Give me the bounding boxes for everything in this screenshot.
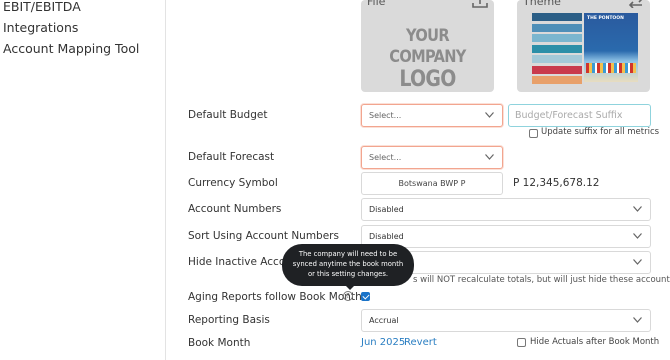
default-forecast-label: Default Forecast bbox=[188, 151, 275, 163]
revert-link[interactable]: Revert bbox=[404, 337, 437, 348]
sort-using-account-numbers-label: Sort Using Account Numbers bbox=[188, 230, 339, 242]
budget-forecast-suffix-input[interactable]: Budget/Forecast Suffix bbox=[508, 104, 651, 127]
update-suffix-label: Update suffix for all metrics bbox=[541, 127, 660, 137]
default-budget-select[interactable]: Select... bbox=[361, 104, 503, 127]
hide-inactive-note: s will NOT recalculate totals, but will … bbox=[413, 275, 670, 285]
sidebar: EBIT/EBITDA Integrations Account Mapping… bbox=[0, 0, 166, 360]
chevron-down-icon bbox=[633, 233, 642, 239]
swatch bbox=[532, 65, 582, 74]
swatch bbox=[532, 55, 582, 63]
hide-actuals-label: Hide Actuals after Book Month bbox=[530, 337, 660, 347]
swatch bbox=[532, 13, 582, 21]
swatch bbox=[532, 76, 582, 84]
hide-actuals-checkbox[interactable] bbox=[517, 338, 526, 347]
default-forecast-select[interactable]: Select... bbox=[361, 146, 503, 169]
account-numbers-label: Account Numbers bbox=[188, 203, 282, 215]
account-numbers-select[interactable]: Disabled bbox=[361, 198, 651, 221]
sidebar-item-account-mapping-tool[interactable]: Account Mapping Tool bbox=[3, 41, 139, 56]
sidebar-item-integrations[interactable]: Integrations bbox=[3, 20, 78, 35]
sort-using-account-numbers-select[interactable]: Disabled bbox=[361, 225, 651, 248]
swatch bbox=[532, 34, 582, 42]
swatch bbox=[532, 23, 582, 32]
update-suffix-checkbox[interactable] bbox=[529, 129, 538, 138]
help-question-icon[interactable]: ? bbox=[343, 291, 353, 301]
currency-example: P 12,345,678.12 bbox=[513, 177, 600, 189]
aging-reports-label: Aging Reports follow Book Month bbox=[188, 291, 362, 303]
aging-reports-checkbox[interactable] bbox=[361, 292, 370, 301]
logo-placeholder: YOUR COMPANY LOGO HERE bbox=[389, 26, 466, 92]
swatch bbox=[532, 44, 582, 53]
book-month-tooltip: The company will need to be synced anyti… bbox=[282, 244, 414, 286]
sidebar-item-ebit-ebitda[interactable]: EBIT/EBITDA bbox=[3, 0, 81, 14]
theme-card[interactable]: Theme THE PONTOON bbox=[517, 0, 650, 92]
default-budget-label: Default Budget bbox=[188, 109, 268, 121]
chevron-down-icon bbox=[633, 317, 642, 323]
book-month-value-link[interactable]: Jun 2025 bbox=[361, 337, 405, 348]
chevron-down-icon bbox=[485, 112, 494, 118]
swap-arrows-icon[interactable] bbox=[628, 0, 644, 8]
chevron-down-icon bbox=[633, 206, 642, 212]
currency-symbol-label: Currency Symbol bbox=[188, 177, 278, 189]
theme-preview-image: THE PONTOON bbox=[584, 13, 638, 82]
logo-file-card[interactable]: File YOUR COMPANY LOGO HERE bbox=[361, 0, 494, 92]
chevron-down-icon bbox=[633, 259, 642, 265]
file-label: File bbox=[367, 0, 386, 8]
reporting-basis-label: Reporting Basis bbox=[188, 314, 270, 326]
chevron-down-icon bbox=[485, 154, 494, 160]
reporting-basis-select[interactable]: Accrual bbox=[361, 309, 651, 332]
tooltip-arrow bbox=[345, 285, 355, 290]
theme-label: Theme bbox=[523, 0, 561, 8]
theme-color-swatches bbox=[532, 13, 582, 87]
currency-symbol-input[interactable]: Botswana BWP P bbox=[361, 172, 503, 195]
upload-icon[interactable] bbox=[472, 0, 488, 8]
book-month-label: Book Month bbox=[188, 337, 251, 349]
settings-panel: File YOUR COMPANY LOGO HERE Theme THE PO… bbox=[167, 0, 670, 360]
